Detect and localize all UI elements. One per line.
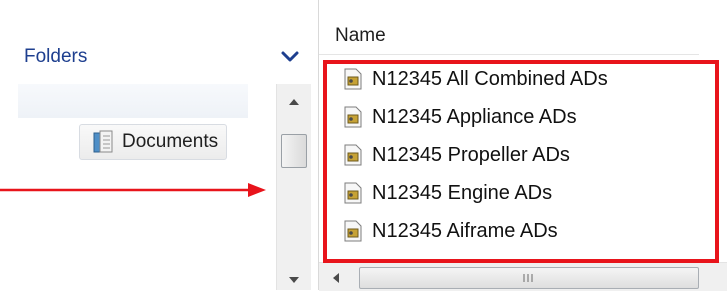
scroll-left-arrow-icon[interactable] <box>331 271 341 285</box>
nav-tree-area <box>18 84 248 118</box>
file-name: N12345 Engine ADs <box>372 181 553 204</box>
column-header-name[interactable]: Name <box>319 20 699 55</box>
horizontal-scrollbar[interactable] <box>319 262 727 291</box>
scroll-grip-icon <box>523 274 533 282</box>
navigation-pane: Folders Documents <box>0 0 318 290</box>
horizontal-scroll-thumb[interactable] <box>359 267 699 289</box>
file-name: N12345 All Combined ADs <box>372 67 608 90</box>
file-name: N12345 Aiframe ADs <box>372 219 558 242</box>
document-file-icon <box>344 182 362 204</box>
column-header-label: Name <box>335 25 386 46</box>
file-item[interactable]: N12345 Propeller ADs <box>339 136 719 174</box>
tree-item-documents[interactable]: Documents <box>79 124 228 160</box>
documents-library-icon <box>93 130 113 153</box>
file-item[interactable]: N12345 Aiframe ADs <box>339 212 719 250</box>
document-file-icon <box>344 220 362 242</box>
file-list-pane: Name N12345 All Combined ADs N12345 Appl… <box>319 0 727 291</box>
documents-label: Documents <box>122 131 219 152</box>
folders-label: Folders <box>24 46 88 67</box>
vertical-scrollbar[interactable] <box>276 84 311 290</box>
file-item[interactable]: N12345 Engine ADs <box>339 174 719 212</box>
scroll-down-arrow-icon[interactable] <box>285 274 303 286</box>
file-item[interactable]: N12345 All Combined ADs <box>339 60 719 98</box>
vertical-scroll-thumb[interactable] <box>281 134 307 168</box>
document-file-icon <box>344 106 362 128</box>
chevron-down-icon[interactable] <box>280 48 300 66</box>
file-name: N12345 Propeller ADs <box>372 143 570 166</box>
document-file-icon <box>344 68 362 90</box>
folders-header[interactable]: Folders <box>0 38 318 78</box>
file-name: N12345 Appliance ADs <box>372 105 577 128</box>
scroll-up-arrow-icon[interactable] <box>285 96 303 108</box>
document-file-icon <box>344 144 362 166</box>
file-list: N12345 All Combined ADs N12345 Appliance… <box>339 60 719 250</box>
file-item[interactable]: N12345 Appliance ADs <box>339 98 719 136</box>
